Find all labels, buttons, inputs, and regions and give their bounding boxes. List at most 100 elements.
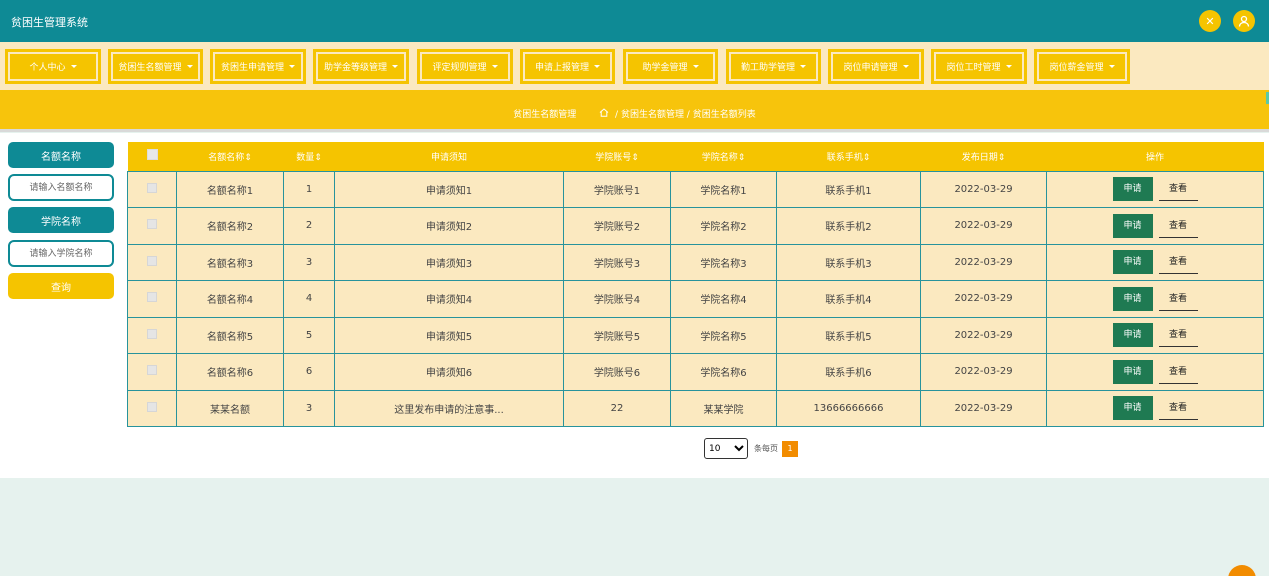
college-name-input[interactable]: [8, 240, 114, 267]
page-size-select[interactable]: 10: [704, 438, 748, 459]
view-button[interactable]: 查看: [1158, 360, 1198, 384]
cell-name: 名额名称3: [176, 243, 284, 281]
row-checkbox[interactable]: [147, 182, 157, 193]
cell-actions: 申请 查看: [1046, 353, 1264, 391]
table-row: 名额名称5 5 申请须知5 学院账号5 学院名称5 联系手机5 2022-03-…: [127, 316, 1264, 354]
pagination: 10 条每页 1: [704, 438, 798, 459]
fullscreen-icon[interactable]: ✕: [1199, 10, 1221, 32]
view-button[interactable]: 查看: [1158, 287, 1198, 311]
row-checkbox[interactable]: [147, 328, 157, 339]
view-button[interactable]: 查看: [1158, 396, 1198, 421]
nav-item-label: 评定规则管理: [432, 63, 487, 73]
cell-account: 学院账号1: [563, 170, 671, 208]
apply-button[interactable]: 申请: [1112, 323, 1153, 348]
cell-date: 2022-03-29: [920, 207, 1047, 245]
cell-date: 2022-03-29: [920, 353, 1047, 391]
table-row: 名额名称2 2 申请须知2 学院账号2 学院名称2 联系手机2 2022-03-…: [127, 207, 1264, 245]
select-all-cell[interactable]: [127, 142, 177, 171]
apply-button[interactable]: 申请: [1112, 396, 1153, 421]
home-icon[interactable]: [599, 108, 609, 120]
caret-down-icon: [491, 65, 498, 68]
col-header-phone[interactable]: 联系手机⇕: [776, 142, 921, 171]
cell-phone: 联系手机6: [776, 353, 921, 391]
nav-item-grant-level[interactable]: 助学金等级管理: [313, 49, 409, 84]
nav-item-label: 贫困生名额管理: [118, 63, 182, 73]
per-page-label: 条每页: [754, 444, 778, 453]
page-number-button[interactable]: 1: [782, 440, 798, 457]
main-nav: 个人中心 贫困生名额管理 贫困生申请管理 助学金等级管理 评定规则管理 申请上报…: [0, 42, 1269, 90]
row-checkbox[interactable]: [147, 401, 157, 412]
view-button[interactable]: 查看: [1158, 214, 1198, 238]
row-checkbox-cell[interactable]: [127, 389, 177, 427]
cell-name: 名额名称6: [176, 353, 284, 391]
cell-date: 2022-03-29: [920, 389, 1047, 427]
col-header-date[interactable]: 发布日期⇕: [920, 142, 1047, 171]
cell-phone: 联系手机2: [776, 207, 921, 245]
row-checkbox-cell[interactable]: [127, 353, 177, 391]
view-button[interactable]: 查看: [1158, 250, 1198, 275]
nav-item-rules[interactable]: 评定规则管理: [417, 49, 513, 84]
row-checkbox-cell[interactable]: [127, 207, 177, 245]
col-header-account[interactable]: 学院账号⇕: [563, 142, 671, 171]
row-checkbox[interactable]: [147, 255, 157, 266]
col-header-college[interactable]: 学院名称⇕: [670, 142, 777, 171]
nav-item-job-salary[interactable]: 岗位薪金管理: [1034, 49, 1130, 84]
nav-item-personal-center[interactable]: 个人中心: [5, 49, 101, 84]
cell-notice: 这里发布申请的注意事...: [334, 389, 564, 427]
table-row: 名额名称6 6 申请须知6 学院账号6 学院名称6 联系手机6 2022-03-…: [127, 353, 1264, 391]
cell-college: 学院名称5: [670, 316, 777, 354]
apply-button[interactable]: 申请: [1112, 213, 1153, 238]
table-row: 名额名称1 1 申请须知1 学院账号1 学院名称1 联系手机1 2022-03-…: [127, 170, 1264, 208]
nav-item-job-application[interactable]: 岗位申请管理: [828, 49, 924, 84]
cell-phone: 13666666666: [776, 389, 921, 427]
row-checkbox-cell[interactable]: [127, 243, 177, 281]
top-header: 贫困生管理系统 ✕: [0, 0, 1269, 42]
cell-date: 2022-03-29: [920, 280, 1047, 318]
nav-item-report[interactable]: 申请上报管理: [520, 49, 615, 84]
caret-down-icon: [1005, 65, 1012, 68]
cell-qty: 6: [283, 353, 335, 391]
caret-down-icon: [800, 65, 806, 68]
user-icon[interactable]: [1233, 10, 1255, 32]
nav-item-application[interactable]: 贫困生申请管理: [210, 49, 306, 84]
col-header-name[interactable]: 名额名称⇕: [176, 142, 284, 171]
nav-item-job-hours[interactable]: 岗位工时管理: [931, 49, 1027, 84]
quota-name-input[interactable]: [8, 174, 114, 201]
view-button[interactable]: 查看: [1158, 323, 1198, 348]
nav-item-grant[interactable]: 助学金管理: [623, 49, 718, 84]
apply-button[interactable]: 申请: [1112, 286, 1153, 311]
select-all-checkbox[interactable]: [146, 149, 158, 161]
caret-down-icon: [70, 65, 77, 68]
cell-qty: 2: [283, 207, 335, 245]
row-checkbox-cell[interactable]: [127, 280, 177, 318]
search-button[interactable]: 查询: [8, 273, 114, 299]
back-to-top-button[interactable]: [1228, 565, 1256, 576]
cell-notice: 申请须知6: [334, 353, 564, 391]
nav-item-quota[interactable]: 贫困生名额管理: [108, 49, 203, 84]
nav-item-label: 助学金管理: [642, 63, 688, 73]
cell-date: 2022-03-29: [920, 243, 1047, 281]
nav-item-work-study[interactable]: 勤工助学管理: [726, 49, 821, 84]
row-checkbox-cell[interactable]: [127, 316, 177, 354]
cell-account: 学院账号6: [563, 353, 671, 391]
apply-button[interactable]: 申请: [1112, 250, 1153, 275]
apply-button[interactable]: 申请: [1112, 359, 1153, 384]
nav-item-label: 申请上报管理: [534, 63, 589, 73]
apply-button[interactable]: 申请: [1112, 177, 1153, 202]
cell-name: 某某名额: [176, 389, 284, 427]
col-header-qty[interactable]: 数量⇕: [283, 142, 335, 171]
nav-item-label: 助学金等级管理: [323, 63, 387, 73]
caret-down-icon: [1108, 65, 1115, 68]
row-checkbox[interactable]: [147, 365, 157, 376]
app-title: 贫困生管理系统: [11, 16, 88, 29]
cell-actions: 申请 查看: [1046, 389, 1264, 427]
row-checkbox[interactable]: [147, 292, 157, 303]
cell-qty: 3: [283, 243, 335, 281]
row-checkbox-cell[interactable]: [127, 170, 177, 208]
row-checkbox[interactable]: [147, 219, 157, 230]
cell-name: 名额名称1: [176, 170, 284, 208]
view-button[interactable]: 查看: [1158, 177, 1198, 202]
quota-name-label: 名额名称: [8, 142, 114, 168]
col-header-notice: 申请须知: [334, 142, 564, 171]
cell-notice: 申请须知4: [334, 280, 564, 318]
